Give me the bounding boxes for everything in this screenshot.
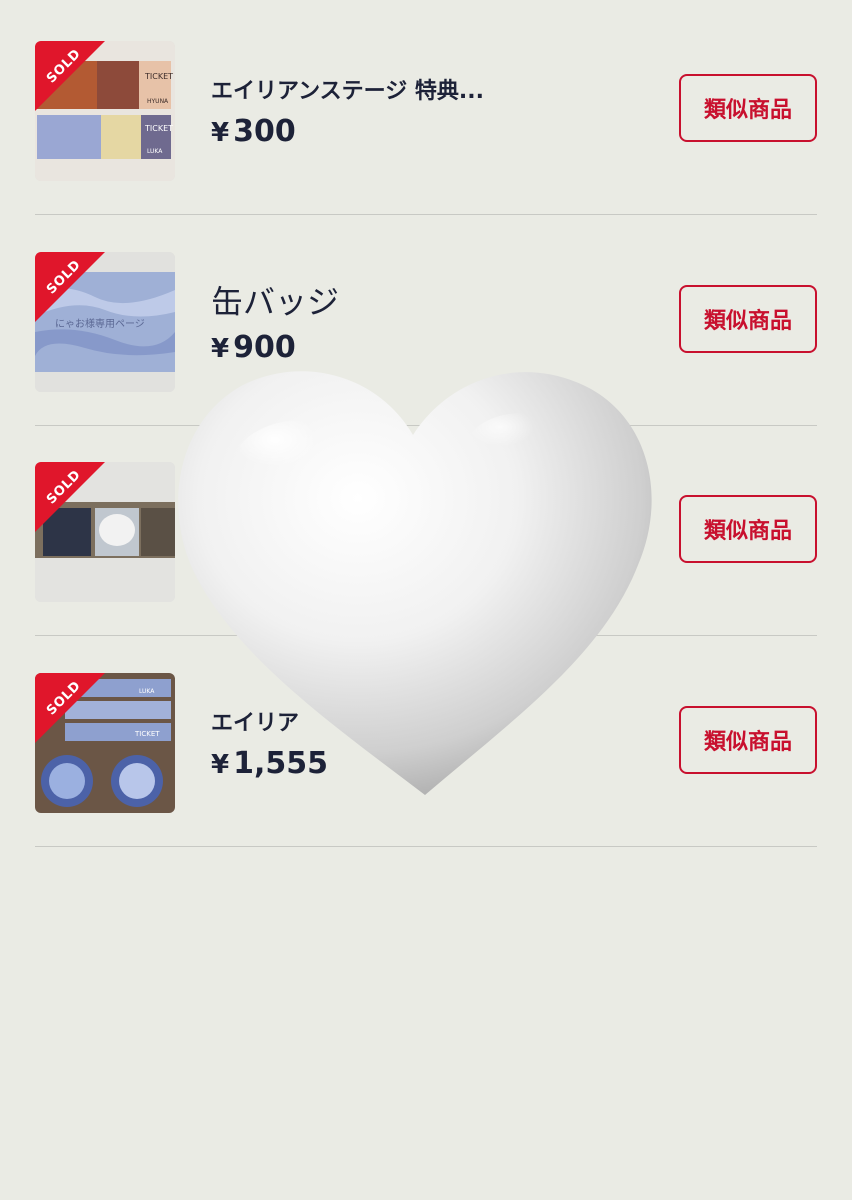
ticket-text: TICKET bbox=[144, 124, 173, 133]
divider bbox=[35, 846, 817, 847]
heart-icon bbox=[178, 371, 652, 795]
divider bbox=[35, 214, 817, 215]
list-item[interactable]: TICKET HYUNA TICKET LUKA SOLD エイリアンステージ … bbox=[35, 36, 817, 247]
ticket-name: LUKA bbox=[139, 688, 155, 695]
similar-items-button[interactable]: 類似商品 bbox=[679, 74, 817, 142]
item-thumbnail[interactable]: TICKET HYUNA TICKET LUKA SOLD bbox=[35, 41, 175, 181]
ticket-text: TICKET bbox=[134, 730, 160, 738]
sold-badge: SOLD bbox=[35, 41, 105, 111]
sold-badge: SOLD bbox=[35, 462, 105, 532]
similar-items-button[interactable]: 類似商品 bbox=[679, 495, 817, 563]
sold-badge: SOLD bbox=[35, 673, 105, 743]
item-thumbnail[interactable]: SOLD bbox=[35, 462, 175, 602]
ticket-name: LUKA bbox=[147, 148, 163, 155]
item-title[interactable]: 缶バッジ bbox=[211, 277, 339, 323]
item-price: ¥300 bbox=[211, 114, 296, 149]
item-title[interactable]: エイリアンステージ 特典... bbox=[211, 73, 484, 105]
similar-items-button[interactable]: 類似商品 bbox=[679, 706, 817, 774]
ticket-text: TICKET bbox=[144, 72, 173, 81]
item-thumbnail[interactable]: にゃお様専用ページ SOLD bbox=[35, 252, 175, 392]
sold-badge: SOLD bbox=[35, 252, 105, 322]
ticket-name: HYUNA bbox=[147, 98, 169, 105]
similar-items-button[interactable]: 類似商品 bbox=[679, 285, 817, 353]
item-thumbnail[interactable]: TICKET LUKA SOLD bbox=[35, 673, 175, 813]
